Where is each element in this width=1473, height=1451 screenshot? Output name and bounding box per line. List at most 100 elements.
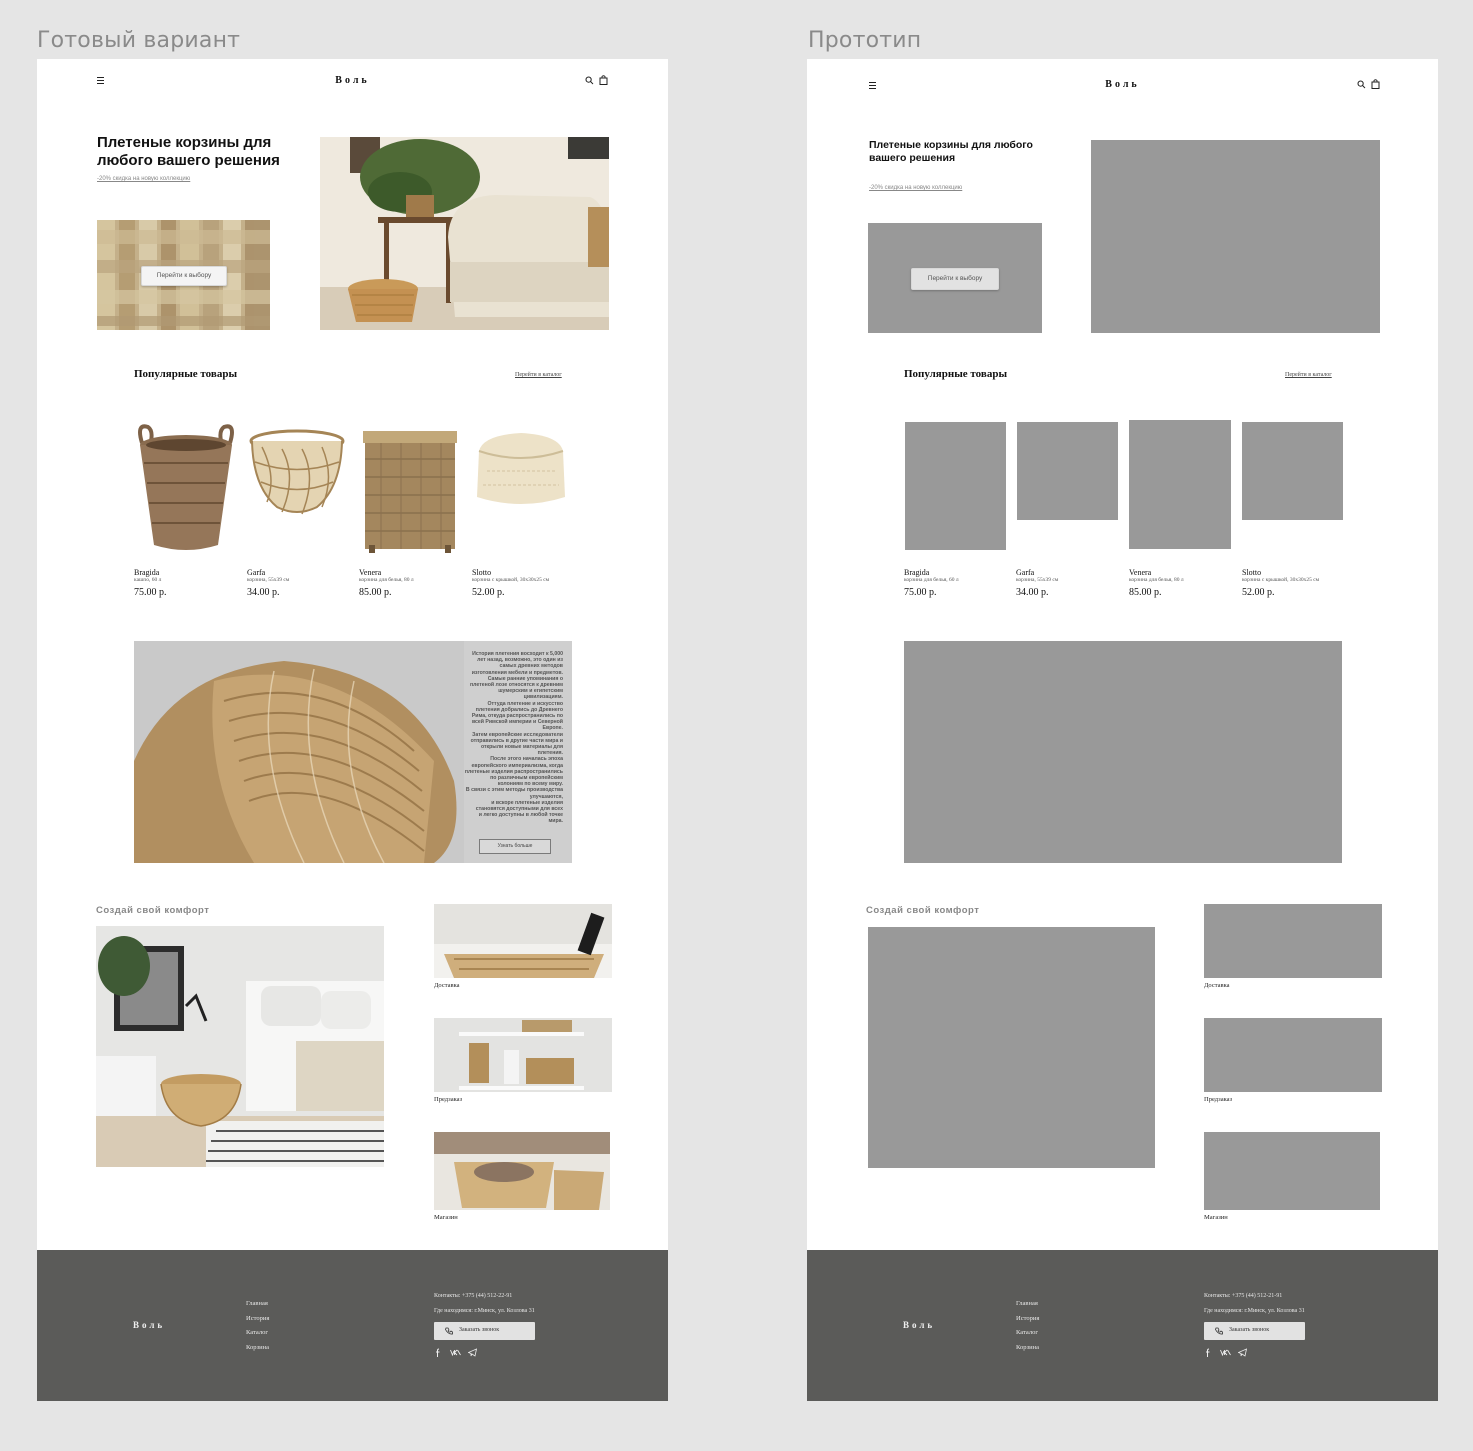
service-label-preorder[interactable]: Предзаказ: [1204, 1096, 1232, 1103]
footer-logo[interactable]: Воль: [903, 1320, 935, 1330]
product-card[interactable]: Garfa корзина, 55x39 см 34.00 р.: [247, 568, 357, 598]
vk-icon[interactable]: [1220, 1349, 1231, 1356]
footer-logo[interactable]: Воль: [133, 1320, 165, 1330]
product-name: Garfa: [247, 568, 266, 577]
product-image-bragida[interactable]: [134, 423, 238, 553]
call-button[interactable]: Заказать звонок: [434, 1322, 535, 1340]
product-name: Slotto: [1242, 568, 1262, 577]
footer-address: Где находимся: г.Минск, ул. Козлова 31: [1204, 1308, 1305, 1314]
product-name: Garfa: [1016, 568, 1035, 577]
product-price: 52.00 р.: [1242, 587, 1275, 598]
product-name: Bragida: [134, 568, 160, 577]
product-name: Venera: [359, 568, 382, 577]
learn-more-button[interactable]: Узнать больше: [479, 839, 551, 854]
product-price: 85.00 р.: [1129, 587, 1162, 598]
comfort-image-placeholder: [868, 927, 1155, 1168]
search-icon[interactable]: [585, 76, 594, 85]
product-desc: корзина с крышкой, 30x30x25 см: [472, 577, 550, 583]
facebook-icon[interactable]: [1205, 1348, 1211, 1357]
product-card[interactable]: Bragida кашпо, 60 л 75.00 р.: [134, 568, 244, 598]
product-image-placeholder[interactable]: [1242, 422, 1343, 520]
bag-icon[interactable]: [1371, 79, 1380, 89]
footer-contacts: Контакты: +375 (44) 512-21-91: [1204, 1293, 1283, 1299]
hero-armchair-image: [320, 137, 609, 330]
product-card[interactable]: Slotto корзина с крышкой, 30x30x25 см 52…: [472, 568, 582, 598]
service-label-shop[interactable]: Магазин: [434, 1214, 458, 1221]
product-desc: корзина, 55x39 см: [247, 577, 290, 583]
telegram-icon[interactable]: [468, 1348, 477, 1357]
footer-nav-cart[interactable]: Корзина: [246, 1344, 269, 1351]
catalog-link[interactable]: Перейти в каталог: [515, 372, 562, 378]
discount-link[interactable]: -20% скидка на новую коллекцию: [97, 176, 190, 182]
product-card[interactable]: Venera корзина для белья, 80 л 85.00 р.: [1129, 568, 1239, 598]
hero-title: Плетеные корзины для любого вашего решен…: [97, 134, 280, 169]
product-desc: корзина для белья, 60 л: [904, 577, 959, 583]
product-name: Bragida: [904, 568, 930, 577]
prototype-frame: Воль Плетеные корзины для любого вашего …: [807, 59, 1438, 1401]
product-image-venera[interactable]: [361, 429, 459, 553]
shop-image[interactable]: [434, 1132, 610, 1210]
hero-image-placeholder: Перейти к выбору: [868, 223, 1042, 333]
preorder-image[interactable]: [434, 1018, 612, 1092]
product-image-garfa[interactable]: [247, 427, 347, 517]
logo[interactable]: Воль: [807, 79, 1438, 90]
story-banner-placeholder: [904, 641, 1342, 863]
product-price: 34.00 р.: [1016, 587, 1049, 598]
vk-icon[interactable]: [450, 1349, 461, 1356]
service-label-delivery[interactable]: Доставка: [434, 982, 460, 989]
product-image-placeholder[interactable]: [1017, 422, 1118, 520]
search-icon[interactable]: [1357, 80, 1366, 89]
footer-nav-catalog[interactable]: Каталог: [1016, 1329, 1038, 1336]
service-label-delivery[interactable]: Доставка: [1204, 982, 1230, 989]
catalog-link[interactable]: Перейти в каталог: [1285, 372, 1332, 378]
hero-main-image-placeholder: [1091, 140, 1380, 333]
call-button[interactable]: Заказать звонок: [1204, 1322, 1305, 1340]
footer: Воль Главная История Каталог Корзина Кон…: [37, 1250, 668, 1401]
product-card[interactable]: Garfa корзина, 55x39 см 34.00 р.: [1016, 568, 1126, 598]
footer-address: Где находимся: г.Минск, ул. Козлова 31: [434, 1308, 535, 1314]
facebook-icon[interactable]: [435, 1348, 441, 1357]
footer-nav-history[interactable]: История: [1016, 1315, 1039, 1322]
choose-button[interactable]: Перейти к выбору: [911, 268, 999, 290]
product-price: 34.00 р.: [247, 587, 280, 598]
call-button-label: Заказать звонок: [459, 1327, 500, 1333]
footer-nav-home[interactable]: Главная: [1016, 1300, 1038, 1307]
comfort-title: Создай свой комфорт: [866, 905, 980, 916]
product-card[interactable]: Bragida корзина для белья, 60 л 75.00 р.: [904, 568, 1014, 598]
product-desc: кашпо, 60 л: [134, 577, 162, 583]
telegram-icon[interactable]: [1238, 1348, 1247, 1357]
phone-icon: [445, 1327, 453, 1335]
product-image-slotto[interactable]: [473, 431, 569, 511]
popular-title: Популярные товары: [904, 368, 1008, 380]
product-price: 75.00 р.: [134, 587, 167, 598]
service-label-shop[interactable]: Магазин: [1204, 1214, 1228, 1221]
product-price: 75.00 р.: [904, 587, 937, 598]
product-price: 85.00 р.: [359, 587, 392, 598]
shop-image-placeholder[interactable]: [1204, 1132, 1380, 1210]
product-price: 52.00 р.: [472, 587, 505, 598]
product-name: Slotto: [472, 568, 492, 577]
logo[interactable]: Воль: [37, 75, 668, 86]
service-label-preorder[interactable]: Предзаказ: [434, 1096, 462, 1103]
discount-link[interactable]: -20% скидка на новую коллекцию: [869, 185, 962, 191]
product-desc: корзина для белья, 80 л: [359, 577, 414, 583]
footer-nav-cart[interactable]: Корзина: [1016, 1344, 1039, 1351]
product-card[interactable]: Slotto корзина с крышкой, 30x30x25 см 52…: [1242, 568, 1352, 598]
living-room-image: [96, 926, 384, 1167]
final-board-label: Готовый вариант: [37, 28, 241, 53]
product-image-placeholder[interactable]: [905, 422, 1006, 550]
hero-title: Плетеные корзины для любого вашего решен…: [869, 139, 1033, 164]
product-card[interactable]: Venera корзина для белья, 80 л 85.00 р.: [359, 568, 469, 598]
footer-contacts: Контакты: +375 (44) 512-22-91: [434, 1293, 513, 1299]
prototype-board-label: Прототип: [808, 28, 922, 53]
preorder-image-placeholder[interactable]: [1204, 1018, 1382, 1092]
footer-nav-home[interactable]: Главная: [246, 1300, 268, 1307]
story-text: История плетения восходит к 5,000 лет наз…: [464, 651, 563, 825]
footer-nav-catalog[interactable]: Каталог: [246, 1329, 268, 1336]
bag-icon[interactable]: [599, 75, 608, 85]
delivery-image[interactable]: [434, 904, 612, 978]
footer-nav-history[interactable]: История: [246, 1315, 269, 1322]
product-image-placeholder[interactable]: [1129, 420, 1231, 549]
delivery-image-placeholder[interactable]: [1204, 904, 1382, 978]
choose-button[interactable]: Перейти к выбору: [141, 266, 227, 286]
